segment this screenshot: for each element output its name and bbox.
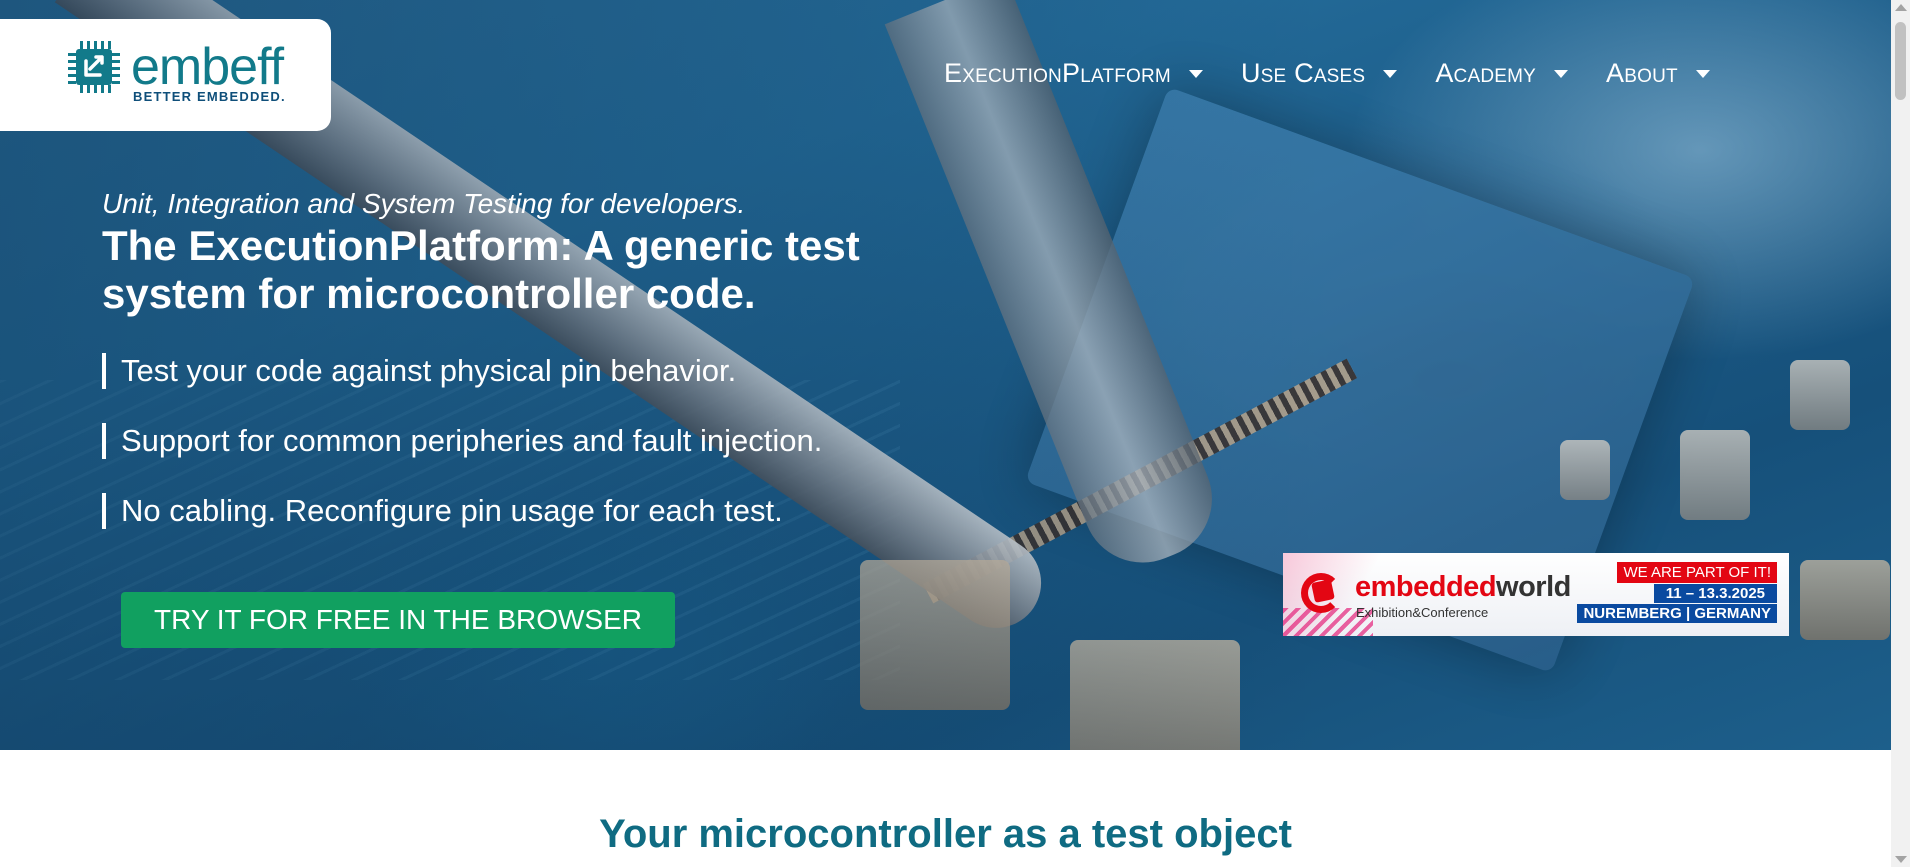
- nav-item-use-cases[interactable]: Use Cases: [1240, 58, 1398, 89]
- scroll-thumb[interactable]: [1895, 22, 1906, 100]
- bullet-bar: [102, 423, 106, 459]
- caret-down-icon: [1188, 69, 1203, 78]
- feature-text: No cabling. Reconfigure pin usage for ea…: [121, 493, 783, 528]
- nav-item-label: Academy: [1435, 58, 1537, 88]
- embedded-world-logo-square: [1311, 579, 1335, 603]
- bullet-bar: [102, 493, 106, 529]
- banner-title-dark: world: [1496, 571, 1571, 603]
- bullet-bar: [102, 353, 106, 389]
- page-scrollbar[interactable]: [1891, 0, 1910, 867]
- banner-subtitle: Exhibition&Conference: [1356, 605, 1489, 620]
- feature-item: Support for common peripheries and fault…: [102, 422, 822, 460]
- feature-text: Support for common peripheries and fault…: [121, 423, 823, 458]
- banner-location: NUREMBERG | GERMANY: [1577, 604, 1777, 623]
- logo-wordmark: embeff: [131, 38, 284, 96]
- main-nav: ExecutionPlatform Use Cases Academy Abou…: [944, 58, 1748, 89]
- try-free-button[interactable]: TRY IT FOR FREE IN THE BROWSER: [121, 592, 675, 648]
- caret-down-icon: [1383, 69, 1398, 78]
- banner-title-red: embedded: [1355, 571, 1497, 603]
- feature-item: Test your code against physical pin beha…: [102, 352, 822, 390]
- feature-item: No cabling. Reconfigure pin usage for ea…: [102, 492, 822, 530]
- banner-dates: 11 – 13.3.2025: [1653, 584, 1777, 603]
- nav-item-academy[interactable]: Academy: [1435, 58, 1569, 89]
- banner-badge: WE ARE PART OF IT!: [1617, 562, 1777, 583]
- nav-item-about[interactable]: About: [1606, 58, 1710, 89]
- nav-item-executionplatform[interactable]: ExecutionPlatform: [944, 58, 1203, 89]
- caret-down-icon: [1554, 69, 1569, 78]
- feature-list: Test your code against physical pin beha…: [102, 352, 822, 562]
- banner-title: embeddedworld: [1355, 571, 1571, 604]
- chip-logo-icon: [68, 41, 120, 93]
- hero-section: embeff BETTER EMBEDDED. ExecutionPlatfor…: [0, 0, 1891, 750]
- section-title: Your microcontroller as a test object: [599, 812, 1292, 856]
- scroll-up-arrow-icon[interactable]: [1895, 4, 1907, 11]
- caret-down-icon: [1695, 69, 1710, 78]
- nav-item-label: ExecutionPlatform: [944, 58, 1171, 88]
- hero-subtitle: Unit, Integration and System Testing for…: [102, 188, 746, 219]
- embedded-world-banner[interactable]: embeddedworld Exhibition&Conference WE A…: [1283, 553, 1789, 636]
- scroll-down-arrow-icon[interactable]: [1895, 856, 1907, 863]
- nav-item-label: About: [1606, 58, 1678, 88]
- nav-item-label: Use Cases: [1240, 58, 1366, 88]
- hero-headline: The ExecutionPlatform: A generic test sy…: [102, 222, 860, 317]
- logo-tagline: BETTER EMBEDDED.: [133, 89, 286, 104]
- site-logo[interactable]: embeff BETTER EMBEDDED.: [0, 19, 331, 131]
- feature-text: Test your code against physical pin beha…: [121, 353, 737, 388]
